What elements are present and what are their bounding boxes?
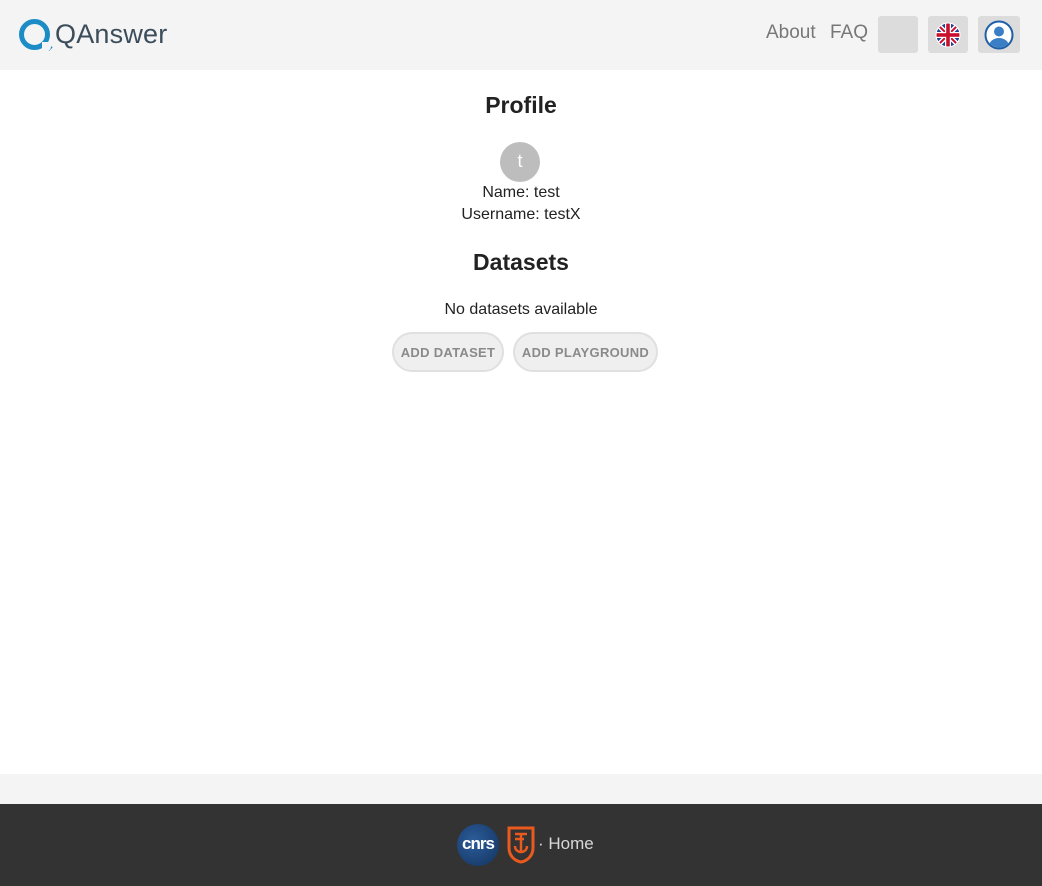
add-dataset-button[interactable]: ADD DATASET — [392, 332, 504, 372]
add-playground-button[interactable]: ADD PLAYGROUND — [513, 332, 658, 372]
uk-flag-icon — [935, 22, 961, 47]
nav-faq-link[interactable]: FAQ — [830, 22, 868, 44]
datasets-title: Datasets — [473, 249, 569, 275]
footer-home-link[interactable]: · Home — [538, 834, 594, 854]
qanswer-logo-icon — [19, 18, 51, 51]
language-button[interactable] — [928, 16, 968, 53]
footer-divider — [0, 774, 1042, 804]
logo-text: QAnswer — [55, 18, 168, 49]
profile-username: Username: testX — [461, 206, 581, 223]
top-navbar: QAnswer About FAQ — [0, 0, 1042, 70]
avatar: t — [500, 142, 540, 182]
blank-header-button[interactable] — [878, 16, 918, 53]
ujm-logo-icon[interactable] — [506, 824, 536, 864]
profile-title: Profile — [485, 92, 557, 118]
cnrs-logo[interactable]: cnrs — [457, 824, 499, 866]
user-menu-button[interactable] — [978, 16, 1020, 53]
no-datasets-text: No datasets available — [444, 301, 598, 318]
footer: cnrs · Home — [0, 804, 1042, 886]
nav-about-link[interactable]: About — [766, 22, 816, 44]
user-avatar-icon — [984, 20, 1014, 49]
qanswer-logo[interactable]: QAnswer — [19, 16, 167, 52]
profile-name: Name: test — [482, 184, 560, 201]
